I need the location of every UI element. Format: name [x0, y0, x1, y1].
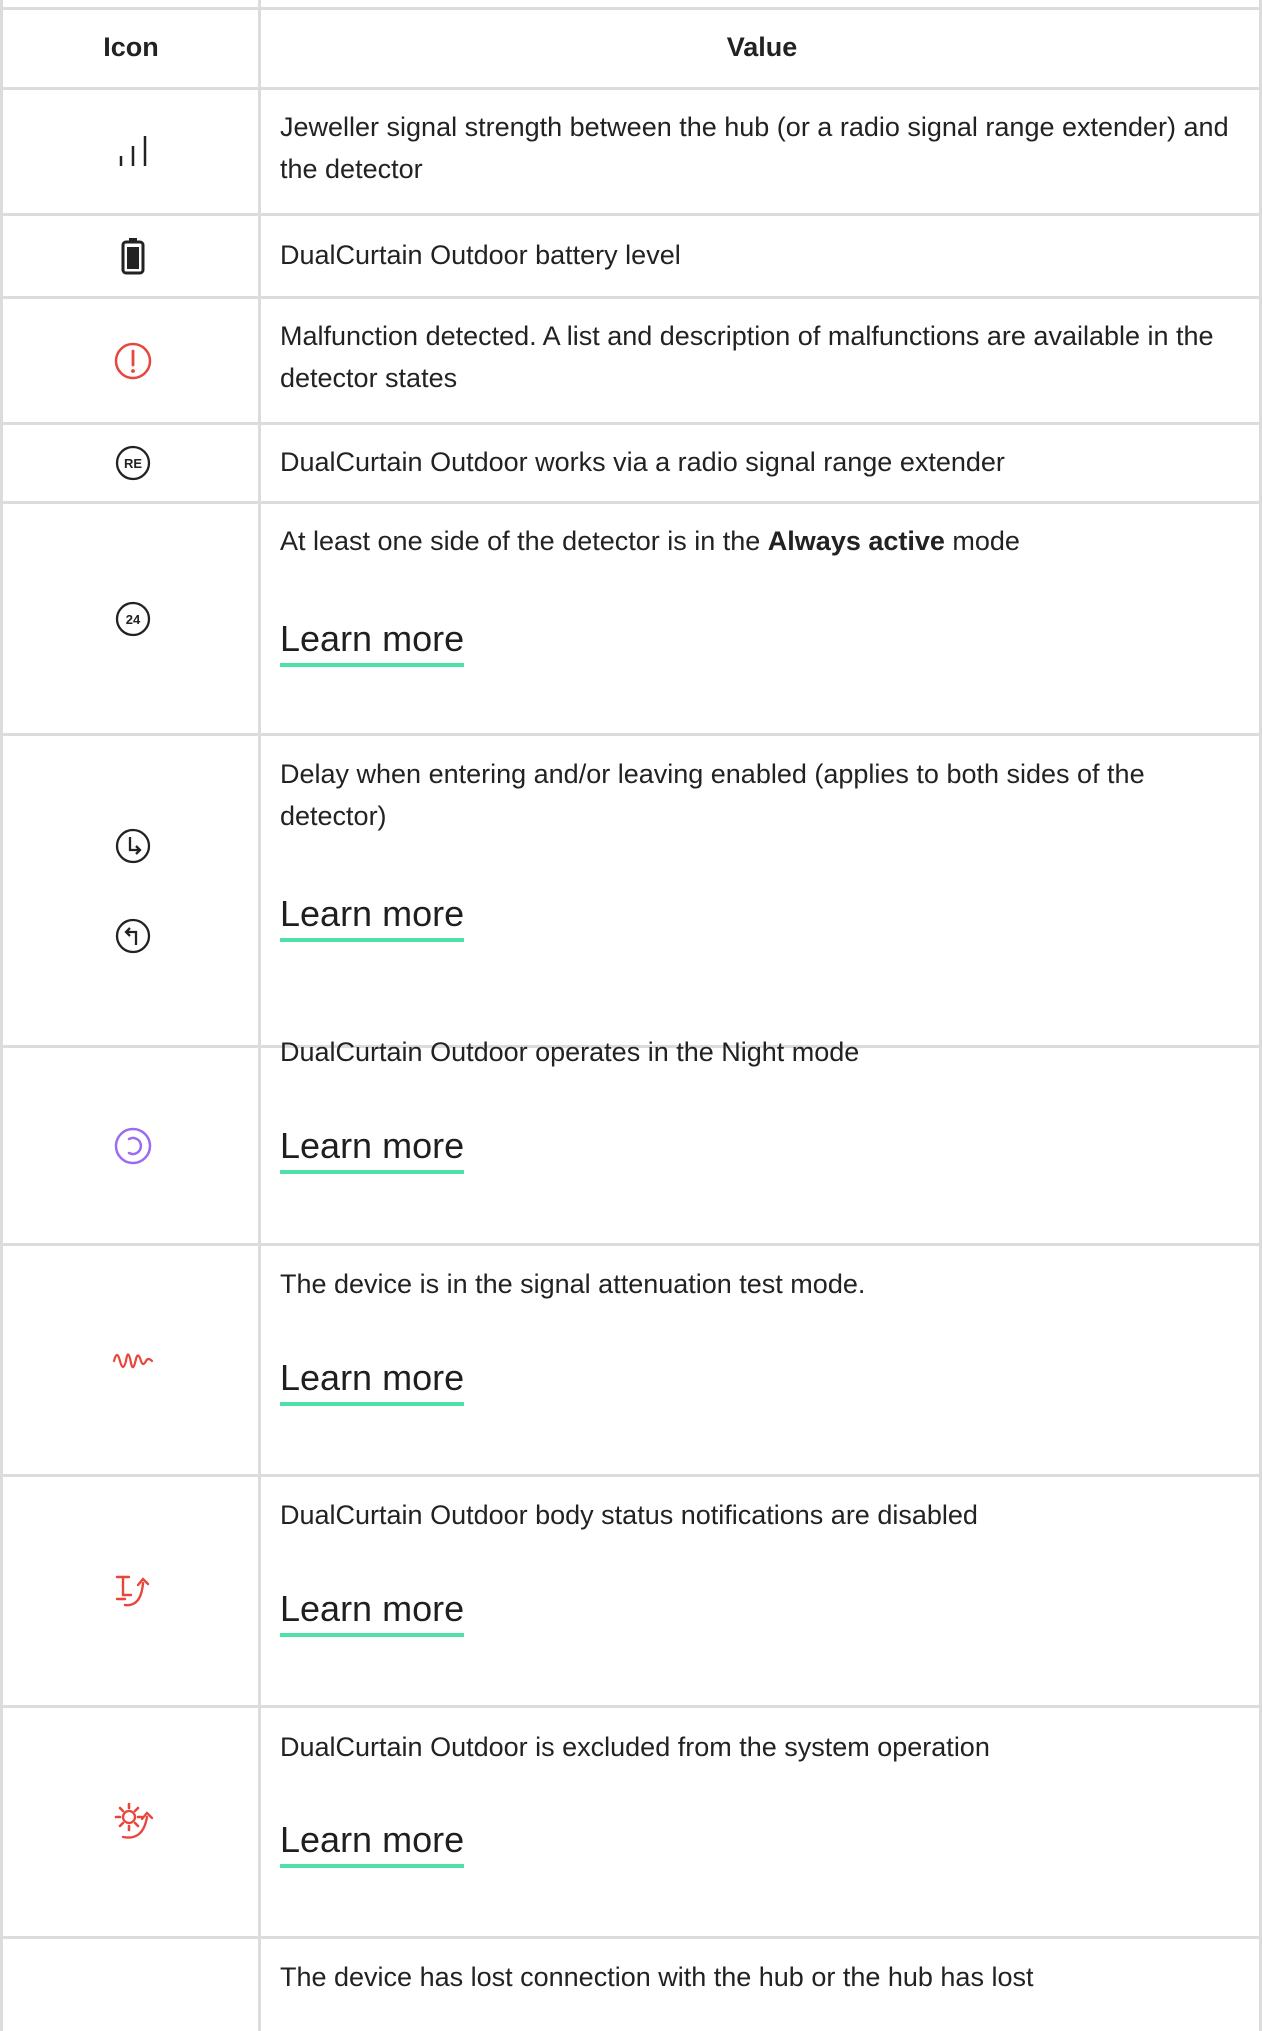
learn-more-link[interactable]: Learn more: [280, 1124, 465, 1174]
row-value-text: Delay when entering and/or leaving enabl…: [280, 759, 1145, 831]
row-value-text: DualCurtain Outdoor battery level: [280, 240, 681, 270]
row-value-text: DualCurtain Outdoor operates in the Nigh…: [280, 1037, 860, 1067]
range-extender-icon-label: RE: [123, 456, 141, 471]
learn-more-link[interactable]: Learn more: [280, 1818, 465, 1868]
column-header-value: Value: [726, 31, 798, 62]
row-value-text: Malfunction detected. A list and descrip…: [280, 321, 1214, 393]
row-value-text: DualCurtain Outdoor works via a radio si…: [280, 447, 1005, 477]
battery-icon: [0, 216, 265, 296]
signal-strength-icon: [0, 90, 265, 213]
malfunction-icon: [0, 299, 265, 422]
attenuation-test-icon: [0, 1246, 265, 1474]
night-mode-icon: [0, 1048, 265, 1243]
always-active-icon-label: 24: [125, 612, 140, 627]
range-extender-icon: RE: [0, 425, 265, 501]
exit-delay-icon: [115, 918, 150, 953]
row-value-text: DualCurtain Outdoor body status notifica…: [280, 1500, 978, 1530]
learn-more-link[interactable]: Learn more: [280, 892, 465, 942]
row-value-text: The device has lost connection with the …: [280, 1962, 1034, 1992]
always-active-mode-label: Always active: [767, 526, 945, 556]
table-border: [0, 1936, 1262, 1939]
excluded-icon: [0, 1708, 265, 1936]
column-header-icon: Icon: [103, 31, 159, 62]
entry-delay-icon: [115, 828, 150, 863]
device-status-table: Icon Value Jeweller signal strength betw…: [0, 0, 1262, 2031]
learn-more-link[interactable]: Learn more: [280, 1356, 465, 1406]
learn-more-link[interactable]: Learn more: [280, 617, 465, 667]
delay-icon: [0, 736, 265, 1045]
learn-more-link[interactable]: Learn more: [280, 1587, 465, 1637]
row-value-text: At least one side of the detector is in …: [280, 526, 1020, 556]
row-value-text: Jeweller signal strength between the hub…: [280, 112, 1229, 184]
body-status-disabled-icon: [0, 1477, 265, 1705]
row-value-text: The device is in the signal attenuation …: [280, 1269, 866, 1299]
row-value-text: DualCurtain Outdoor is excluded from the…: [280, 1732, 990, 1762]
always-active-icon: 24: [0, 504, 265, 733]
